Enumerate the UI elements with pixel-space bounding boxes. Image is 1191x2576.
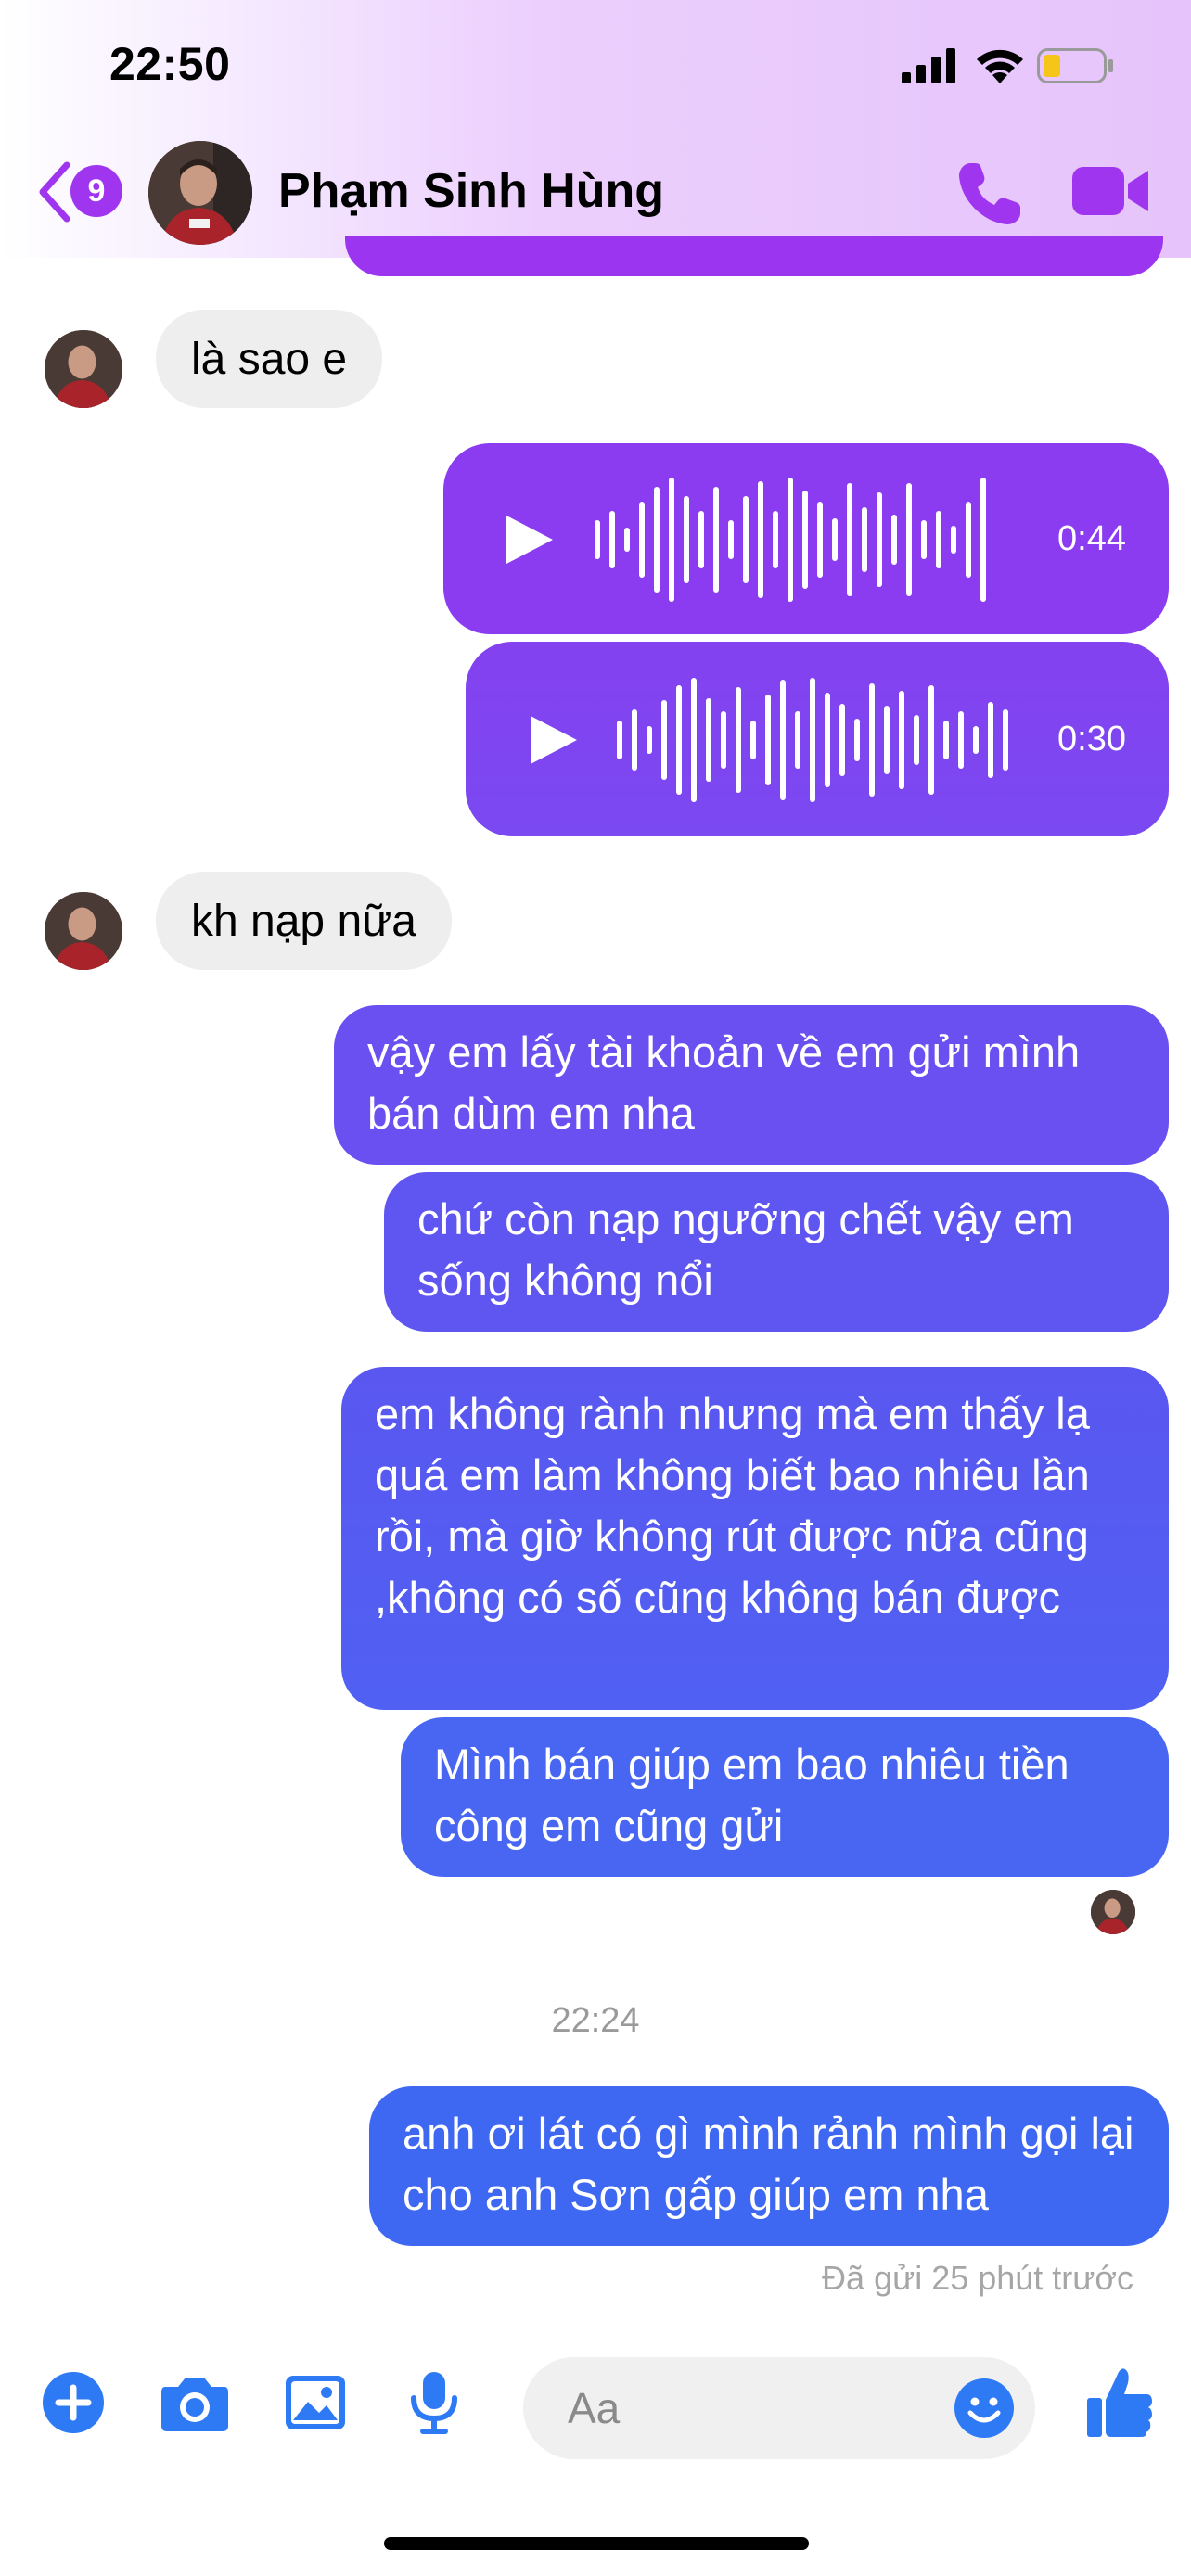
cellular-signal-icon <box>902 48 955 83</box>
contact-avatar[interactable] <box>148 141 252 245</box>
voice-duration: 0:44 <box>1057 519 1126 558</box>
status-time: 22:50 <box>109 38 231 90</box>
sender-avatar[interactable] <box>45 892 122 970</box>
avatar-photo-icon <box>148 141 252 245</box>
voice-duration: 0:30 <box>1057 720 1126 759</box>
camera-icon[interactable] <box>160 2370 230 2435</box>
incoming-message[interactable]: là sao e <box>156 310 383 408</box>
voice-message[interactable]: 0:44 <box>443 443 1169 634</box>
home-indicator <box>384 2537 809 2550</box>
message-input-placeholder: Aa <box>568 2384 621 2432</box>
unread-badge[interactable]: 9 <box>70 165 122 217</box>
voice-message[interactable]: 0:30 <box>466 642 1169 836</box>
avatar-photo-icon <box>1091 1890 1135 1934</box>
thumbs-up-icon[interactable] <box>1085 2365 1154 2439</box>
outgoing-message[interactable]: em không rành nhưng mà em thấy lạ quá em… <box>341 1367 1169 1710</box>
gallery-icon[interactable] <box>284 2370 347 2435</box>
outgoing-message[interactable]: anh ơi lát có gì mình rảnh mình gọi lại … <box>369 2086 1169 2246</box>
battery-icon <box>1037 48 1113 83</box>
seen-avatar <box>1091 1890 1135 1934</box>
outgoing-message[interactable]: chứ còn nạp ngưỡng chết vậy em sống khôn… <box>384 1172 1169 1332</box>
contact-name[interactable]: Phạm Sinh Hùng <box>278 163 664 219</box>
chat-timestamp: 22:24 <box>551 2001 640 2040</box>
wifi-icon <box>977 49 1023 83</box>
incoming-message[interactable]: kh nạp nữa <box>156 872 452 970</box>
emoji-icon[interactable] <box>954 2378 1015 2439</box>
phone-call-icon[interactable] <box>954 158 1026 230</box>
outgoing-message[interactable]: Mình bán giúp em bao nhiêu tiền công em … <box>401 1717 1169 1877</box>
sent-status: Đã gửi 25 phút trước <box>822 2259 1133 2297</box>
avatar-photo-icon <box>45 330 122 408</box>
waveform-icon <box>595 478 986 602</box>
play-icon[interactable] <box>501 512 557 567</box>
play-icon[interactable] <box>525 712 581 768</box>
video-call-icon[interactable] <box>1072 163 1150 219</box>
microphone-icon[interactable] <box>406 2370 462 2435</box>
previous-message-bubble <box>345 236 1163 276</box>
add-icon[interactable] <box>41 2370 106 2435</box>
outgoing-message[interactable]: vậy em lấy tài khoản về em gửi mình bán … <box>334 1005 1169 1165</box>
avatar-photo-icon <box>45 892 122 970</box>
sender-avatar[interactable] <box>45 330 122 408</box>
waveform-icon <box>617 678 1008 802</box>
